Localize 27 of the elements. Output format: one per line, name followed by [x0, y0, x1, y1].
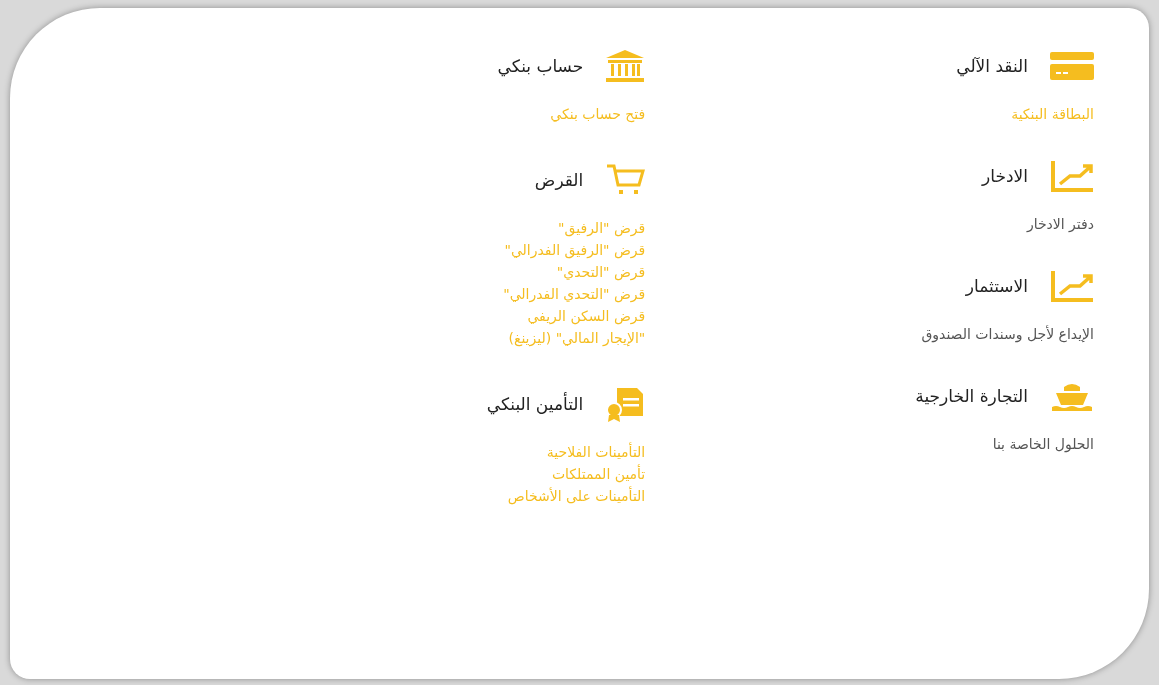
menu-link[interactable]: البطاقة البنكية	[915, 106, 1094, 122]
cart-icon	[605, 163, 646, 197]
chart-icon	[1050, 159, 1094, 193]
credit-card-icon	[1050, 52, 1094, 80]
section-title: الادخار	[982, 166, 1028, 186]
menu-link[interactable]: قرض "الرفيق"	[486, 220, 646, 236]
certificate-icon	[605, 386, 646, 422]
chart-icon	[1050, 269, 1094, 303]
menu-link[interactable]: قرض "الرفيق الفدرالي"	[486, 242, 646, 258]
section-title: التأمين البنكي	[486, 394, 584, 414]
menu-link[interactable]: التأمينات الفلاحية	[486, 444, 646, 460]
section-title: التجارة الخارجية	[915, 386, 1028, 406]
bank-icon	[605, 49, 646, 83]
section-title: القرض	[534, 170, 584, 190]
menu-link[interactable]: التأمينات على الأشخاص	[486, 488, 646, 504]
menu-link[interactable]: قرض "التحدي"	[486, 264, 646, 280]
menu-link[interactable]: فتح حساب بنكي	[486, 106, 646, 122]
menu-link[interactable]: قرض "التحدي الفدرالي"	[486, 286, 646, 302]
menu-link[interactable]: الإيداع لأجل وسندات الصندوق	[915, 326, 1094, 342]
section-title: الاستثمار	[965, 276, 1028, 296]
section-title: حساب بنكي	[497, 56, 584, 76]
menu-link[interactable]: تأمين الممتلكات	[486, 466, 646, 482]
menu-link[interactable]: الحلول الخاصة بنا	[915, 436, 1094, 452]
menu-link[interactable]: "الإيجار المالي" (ليزينغ)	[486, 330, 646, 346]
section-title: النقد الآلي	[956, 56, 1028, 76]
menu-link[interactable]: دفتر الادخار	[915, 216, 1094, 232]
menu-link[interactable]: قرض السكن الريفي	[486, 308, 646, 324]
